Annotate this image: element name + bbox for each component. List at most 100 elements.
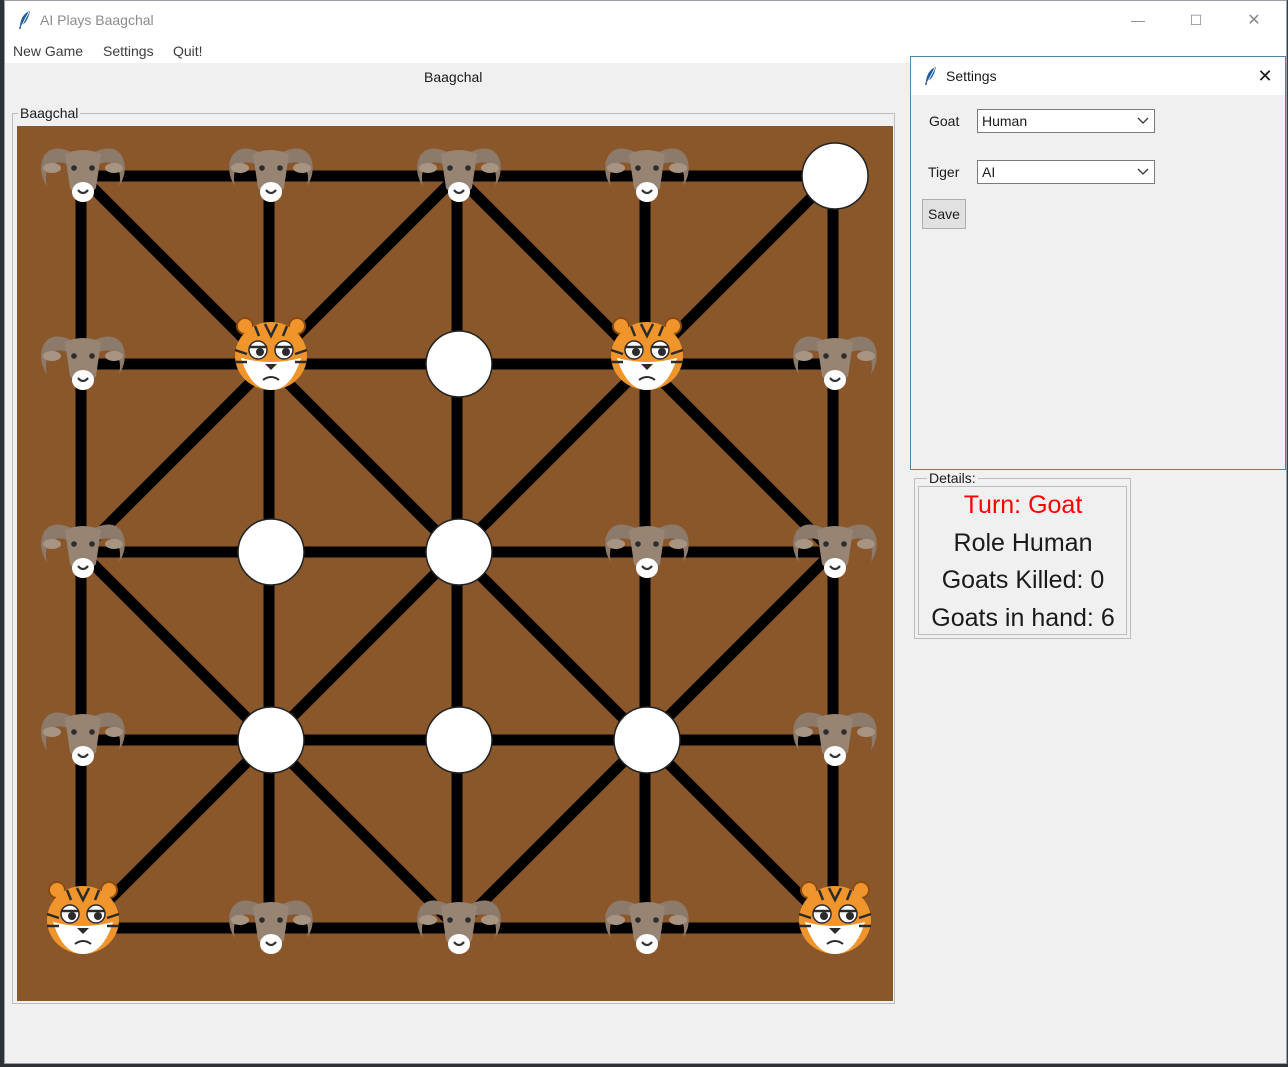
- role-status: Role Human: [953, 529, 1093, 557]
- menu-quit[interactable]: Quit!: [173, 43, 203, 59]
- goat-left-eye: [71, 165, 77, 171]
- goat-left-ear: [419, 163, 437, 173]
- goat-left-ear: [419, 915, 437, 925]
- goat-left-ear: [607, 539, 625, 549]
- board-point-tiger[interactable]: [610, 317, 684, 390]
- title-bar[interactable]: AI Plays Baagchal — ☐ ✕: [5, 1, 1286, 39]
- maximize-button[interactable]: ☐: [1167, 1, 1225, 39]
- tiger-select[interactable]: AI: [977, 160, 1155, 184]
- tiger-lower-face: [53, 922, 113, 954]
- empty-spot-circle: [425, 518, 493, 586]
- goat-right-ear: [105, 351, 123, 361]
- goat-left-eye: [71, 541, 77, 547]
- board-caption: Baagchal: [424, 69, 483, 85]
- goat-left-ear: [43, 163, 61, 173]
- minimize-icon: —: [1131, 12, 1145, 28]
- empty-spot-circle: [613, 706, 681, 774]
- tiger-right-pupil: [846, 912, 854, 920]
- goat-left-ear: [231, 915, 249, 925]
- board-point-empty[interactable]: [613, 706, 681, 774]
- window-title: AI Plays Baagchal: [40, 12, 154, 28]
- goat-right-ear: [857, 539, 875, 549]
- goat-left-eye: [71, 729, 77, 735]
- goat-right-eye: [89, 165, 95, 171]
- board-point-empty[interactable]: [425, 518, 493, 586]
- goat-left-ear: [607, 163, 625, 173]
- minimize-button[interactable]: —: [1109, 1, 1167, 39]
- goats-in-hand-count: Goats in hand: 6: [931, 604, 1115, 632]
- empty-spot-circle: [425, 330, 493, 398]
- menu-new-game[interactable]: New Game: [13, 43, 83, 59]
- tiger-right-pupil: [94, 912, 102, 920]
- board-point-empty[interactable]: [425, 706, 493, 774]
- close-button[interactable]: ✕: [1225, 1, 1283, 39]
- save-button[interactable]: Save: [922, 199, 966, 229]
- goat-right-ear: [481, 163, 499, 173]
- turn-status: Turn: Goat: [963, 491, 1083, 519]
- goat-label: Goat: [929, 113, 960, 129]
- close-icon: ✕: [1257, 65, 1273, 86]
- board-frame-label: Baagchal: [18, 105, 81, 121]
- feather-icon: [925, 67, 936, 85]
- tiger-right-pupil: [282, 348, 290, 356]
- goat-right-eye: [841, 353, 847, 359]
- goat-left-ear: [795, 539, 813, 549]
- chevron-down-icon: [1137, 117, 1149, 124]
- close-icon: ✕: [1247, 12, 1261, 29]
- goat-left-eye: [823, 729, 829, 735]
- goat-left-eye: [635, 165, 641, 171]
- goat-left-eye: [259, 917, 265, 923]
- goat-left-ear: [795, 727, 813, 737]
- goat-left-ear: [43, 539, 61, 549]
- empty-spot-circle: [237, 706, 305, 774]
- settings-title-bar[interactable]: Settings ✕: [911, 57, 1285, 95]
- settings-title: Settings: [946, 68, 997, 84]
- tiger-left-pupil: [68, 912, 76, 920]
- goat-select-value: Human: [982, 113, 1028, 129]
- goat-left-ear: [231, 163, 249, 173]
- goat-right-eye: [653, 541, 659, 547]
- goat-right-eye: [653, 165, 659, 171]
- goat-right-ear: [293, 163, 311, 173]
- empty-spot-circle: [237, 518, 305, 586]
- goat-left-eye: [635, 917, 641, 923]
- goat-left-ear: [607, 915, 625, 925]
- board-point-tiger[interactable]: [798, 881, 872, 954]
- board-point-empty[interactable]: [425, 330, 493, 398]
- empty-spot-circle: [801, 142, 869, 210]
- goat-left-eye: [447, 917, 453, 923]
- goat-right-ear: [105, 163, 123, 173]
- board-point-tiger[interactable]: [234, 317, 308, 390]
- goat-right-eye: [465, 165, 471, 171]
- goat-right-ear: [105, 727, 123, 737]
- goat-right-eye: [841, 541, 847, 547]
- goat-right-eye: [89, 541, 95, 547]
- goat-left-ear: [43, 727, 61, 737]
- feather-icon: [19, 11, 30, 29]
- board-point-tiger[interactable]: [46, 881, 120, 954]
- empty-spot-circle: [425, 706, 493, 774]
- goats-killed-count: Goats Killed: 0: [941, 566, 1105, 594]
- goat-right-ear: [105, 539, 123, 549]
- goat-right-eye: [653, 917, 659, 923]
- game-board: [17, 126, 893, 1001]
- board-point-empty[interactable]: [237, 518, 305, 586]
- goat-left-ear: [43, 351, 61, 361]
- board-point-empty[interactable]: [801, 142, 869, 210]
- settings-close-button[interactable]: ✕: [1245, 57, 1285, 95]
- goat-left-eye: [71, 353, 77, 359]
- goat-right-ear: [857, 351, 875, 361]
- goat-select[interactable]: Human: [977, 109, 1155, 133]
- goat-right-ear: [293, 915, 311, 925]
- tiger-right-pupil: [658, 348, 666, 356]
- board-point-empty[interactable]: [237, 706, 305, 774]
- board-canvas[interactable]: [17, 126, 893, 1001]
- goat-right-ear: [669, 539, 687, 549]
- goat-left-eye: [259, 165, 265, 171]
- goat-right-ear: [481, 915, 499, 925]
- tiger-lower-face: [805, 922, 865, 954]
- tiger-left-pupil: [632, 348, 640, 356]
- goat-left-ear: [795, 351, 813, 361]
- menu-settings[interactable]: Settings: [103, 43, 154, 59]
- goat-right-ear: [669, 163, 687, 173]
